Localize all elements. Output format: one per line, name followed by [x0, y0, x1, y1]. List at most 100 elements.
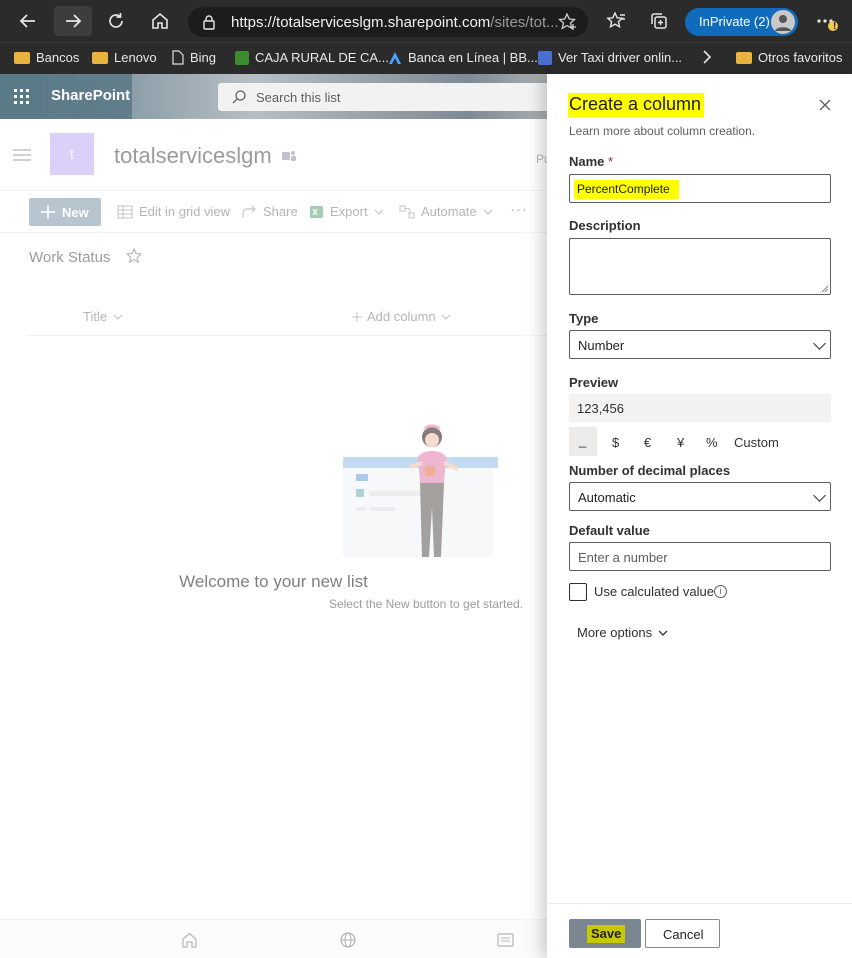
description-label: Description [569, 218, 641, 233]
share-label: Share [263, 204, 298, 219]
search-input[interactable]: Search this list [218, 83, 558, 111]
favorite-label: Bancos [36, 50, 80, 65]
automate-button[interactable]: Automate [399, 204, 493, 219]
new-button-label: New [62, 205, 89, 220]
lock-icon[interactable] [202, 14, 216, 35]
type-dropdown-value: Number [578, 338, 625, 353]
format-option-euro[interactable]: € [644, 435, 651, 450]
settings-more-icon[interactable]: ! [810, 6, 842, 36]
favorite-lenovo[interactable]: Lenovo [92, 50, 157, 65]
site-logo-letter: t [70, 146, 74, 162]
description-textarea[interactable] [569, 238, 831, 295]
favorite-bancos[interactable]: Bancos [14, 50, 79, 65]
refresh-icon[interactable] [100, 6, 132, 36]
name-label: Name * [569, 154, 613, 169]
close-icon[interactable] [819, 98, 831, 116]
more-options-button[interactable]: More options [577, 625, 668, 640]
export-label: Export [330, 204, 368, 219]
news-icon[interactable] [497, 933, 514, 952]
favorite-bing[interactable]: Bing [172, 50, 216, 65]
calculated-value-checkbox[interactable] [569, 583, 587, 601]
default-value-input[interactable]: Enter a number [569, 542, 831, 571]
decimal-places-dropdown[interactable]: Automatic [569, 482, 831, 511]
edit-grid-view-button[interactable]: Edit in grid view [117, 204, 230, 219]
save-button-label: Save [587, 925, 626, 943]
inprivate-button[interactable]: InPrivate (2) [685, 8, 798, 36]
save-button[interactable]: Save [569, 919, 641, 948]
bottom-app-bar [0, 919, 547, 958]
app-launcher-icon[interactable] [0, 74, 42, 119]
name-input-value: PercentComplete [574, 180, 679, 199]
globe-icon[interactable] [340, 932, 356, 953]
format-option-percent[interactable]: % [706, 435, 718, 450]
default-value-label: Default value [569, 523, 650, 538]
forward-arrow-icon[interactable] [54, 6, 92, 36]
name-input[interactable]: PercentComplete [569, 174, 831, 203]
add-column-button[interactable]: Add column [352, 309, 451, 324]
url-text: https://totalserviceslgm.sharepoint.com/… [231, 14, 559, 31]
format-option-none[interactable]: _ [569, 427, 597, 456]
favorite-banca-en-linea[interactable]: Banca en Línea | BB... [388, 50, 538, 65]
new-button[interactable]: New [29, 198, 101, 226]
profile-avatar [771, 10, 795, 34]
folder-icon [92, 51, 108, 64]
favorite-star-icon[interactable] [125, 247, 143, 269]
calculated-value-label[interactable]: Use calculated value [594, 584, 714, 599]
automate-icon [399, 205, 415, 218]
chevron-down-icon [113, 314, 123, 320]
plus-icon [352, 311, 362, 322]
format-option-yen[interactable]: ¥ [677, 435, 684, 450]
panel-title: Create a column [568, 93, 705, 117]
home-icon[interactable] [181, 932, 198, 953]
export-button[interactable]: Export [309, 204, 384, 219]
url-rest: /sites/tot... [490, 14, 559, 31]
panel-footer-divider [547, 903, 852, 904]
chevron-down-icon [374, 209, 384, 215]
url-main: https://totalserviceslgm.sharepoint.com [231, 14, 491, 31]
more-commands-icon[interactable]: ··· [510, 201, 528, 218]
format-option-custom[interactable]: Custom [734, 435, 779, 450]
list-page: t totalserviceslgm Pu New Edit in grid v… [0, 119, 551, 958]
site-icon [538, 50, 552, 65]
hamburger-menu-icon[interactable] [12, 148, 32, 167]
site-title[interactable]: totalserviceslgm [114, 143, 272, 169]
collections-icon[interactable] [643, 6, 675, 36]
learn-more-link[interactable]: Learn more about column creation. [569, 124, 755, 138]
favorites-icon[interactable] [600, 6, 632, 36]
site-logo[interactable]: t [50, 133, 94, 175]
favorite-label: Banca en Línea | BB... [408, 50, 538, 65]
resize-handle-icon[interactable] [821, 285, 829, 293]
home-icon[interactable] [144, 6, 176, 36]
name-label-text: Name [569, 154, 605, 169]
excel-icon [310, 205, 323, 218]
more-options-label: More options [577, 625, 653, 640]
back-arrow-icon[interactable] [12, 6, 44, 36]
type-dropdown[interactable]: Number [569, 330, 831, 359]
search-icon [231, 89, 247, 110]
type-label: Type [569, 311, 599, 326]
grid-icon [117, 205, 133, 218]
format-option-dollar[interactable]: $ [612, 435, 619, 450]
add-favorite-icon[interactable] [557, 12, 578, 36]
default-value-placeholder: Enter a number [578, 550, 668, 565]
favorite-caja-rural[interactable]: CAJA RURAL DE CA... [235, 50, 389, 65]
column-header-title[interactable]: Title [83, 309, 123, 324]
chevron-down-icon [483, 209, 493, 215]
favorite-otros-favoritos[interactable]: Otros favoritos [736, 50, 843, 65]
caja-rural-icon [235, 50, 249, 65]
edit-grid-view-label: Edit in grid view [139, 204, 231, 219]
cancel-button[interactable]: Cancel [645, 919, 720, 948]
address-bar[interactable]: https://totalserviceslgm.sharepoint.com/… [188, 7, 588, 37]
header-divider [0, 190, 547, 191]
favorite-label: Bing [190, 50, 217, 65]
teams-icon [281, 149, 297, 168]
preview-box: 123,456 [569, 394, 831, 422]
favorites-overflow-chevron-icon[interactable] [702, 49, 712, 65]
share-button[interactable]: Share [242, 204, 298, 219]
column-header-divider [27, 335, 547, 336]
favorite-ver-taxi-driver[interactable]: Ver Taxi driver onlin... [538, 50, 682, 65]
list-title: Work Status [29, 249, 111, 266]
info-icon[interactable]: i [714, 585, 727, 598]
sharepoint-app-name[interactable]: SharePoint [42, 74, 132, 119]
empty-state-illustration [340, 419, 530, 561]
